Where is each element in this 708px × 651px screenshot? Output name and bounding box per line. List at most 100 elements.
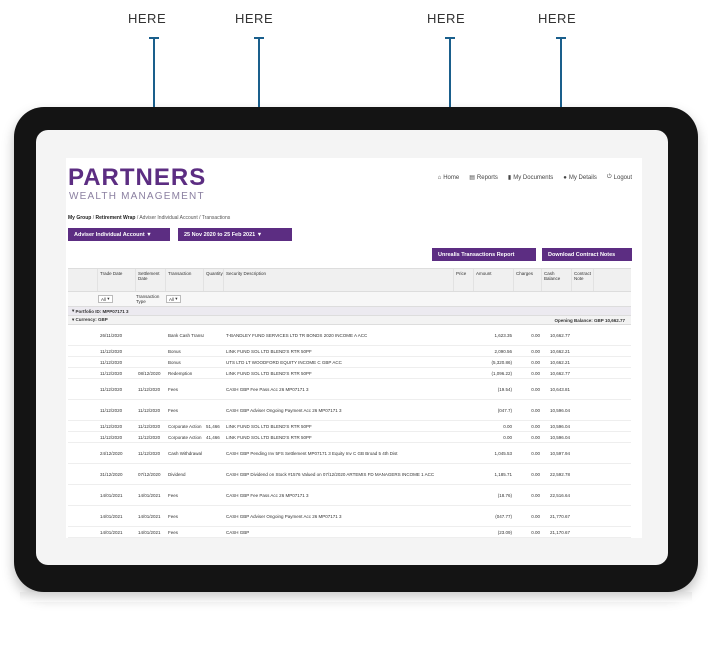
header-cash-balance[interactable]: Cash Balance (542, 269, 572, 291)
table-row[interactable]: 11/12/2020 11/12/2020 Fees CASH GBP Fee Pas… (68, 379, 631, 400)
header-quantity[interactable]: Quantity (204, 269, 224, 291)
breadcrumb-wrap[interactable]: Retirement Wrap (96, 215, 136, 221)
table-row[interactable]: 11/12/2020 Bonus UTS LTD LT WOODFORD EQUIT… (68, 357, 631, 368)
cell-description: CASH GBP Fee Pass Acc 26 MP07171 3 (226, 386, 309, 392)
callout-label-2: HERE (235, 11, 274, 26)
cell-transaction: Dividend (168, 471, 186, 477)
nav-documents[interactable]: ▮ My Documents (507, 174, 554, 182)
header-trade-date[interactable]: Trade Date (98, 269, 136, 291)
nav-reports[interactable]: ▤ Reports (469, 174, 498, 182)
cell-trade-date: 11/12/2020 (100, 370, 123, 376)
cell-charges: 0.00 (531, 332, 540, 338)
table-row[interactable]: 11/12/2020 11/12/2020 Fees CASH GBP Adviser… (68, 400, 631, 421)
table-row[interactable]: 11/12/2020 11/12/2020 Corporate Action 41,4… (68, 432, 631, 443)
breadcrumb-group[interactable]: My Group (68, 215, 91, 221)
table-row[interactable]: 11/12/2020 11/12/2020 Corporate Action 51,4… (68, 421, 631, 432)
table-body: 26/11/2020 Bank Cash Transaction T-BANDLEY… (68, 325, 631, 538)
cell-amount: (1,096.22) (491, 370, 512, 376)
cell-charges: 0.00 (531, 407, 540, 413)
cell-settlement-date: 11/12/2020 (138, 450, 161, 456)
table-row[interactable]: 11/12/2020 Bonus LINK FUND SOL LTD BLEND'S… (68, 346, 631, 357)
table-row[interactable]: 11/12/2020 08/12/2020 Redemption LINK FUND … (68, 368, 631, 379)
table-row[interactable]: 14/01/2021 14/01/2021 Fees CASH GBP Fee Pas… (68, 485, 631, 506)
cell-description: T-BANDLEY FUND SERVICES LTD TR BONDS 202… (226, 332, 368, 338)
cell-quantity: 41,466 (206, 434, 220, 440)
download-contract-notes-button[interactable]: Download Contract Notes (542, 248, 632, 261)
cell-transaction: Fees (168, 407, 179, 413)
filter-row: All ▾ Transaction Type All ▾ (68, 292, 631, 307)
breadcrumb-transactions: Transactions (201, 215, 231, 221)
cell-trade-date: 11/12/2020 (100, 386, 123, 392)
trade-date-filter[interactable]: All ▾ (98, 295, 113, 303)
tablet-screen: PARTNERS WEALTH MANAGEMENT ⌂ Home ▤ Report… (36, 130, 668, 565)
chevron-down-icon: ▼ (146, 231, 152, 238)
cell-charges: 0.00 (531, 529, 540, 535)
cell-settlement-date: 08/12/2020 (138, 370, 161, 376)
nav-logout[interactable]: ⏻ Logout (607, 174, 632, 181)
portfolio-group[interactable]: ▾ Portfolio ID: MPP07171 3 (68, 307, 631, 316)
cell-charges: 0.00 (531, 471, 540, 477)
cell-transaction: Fees (168, 492, 179, 498)
cell-amount: (047.7) (497, 407, 512, 413)
date-range-dropdown[interactable]: 25 Nov 2020 to 25 Feb 2021 ▼ (178, 228, 292, 241)
header-settlement-date[interactable]: Settlement Date (136, 269, 166, 291)
cell-cash-balance: 21,770.67 (549, 513, 570, 519)
portfolio-label: Portfolio ID: MPP07171 3 (75, 308, 129, 314)
cell-amount: (047.77) (495, 513, 512, 519)
table-row[interactable]: 26/11/2020 Bank Cash Transaction T-BANDLEY… (68, 325, 631, 346)
tablet-reflection (20, 592, 692, 602)
header-price[interactable]: Price (454, 269, 474, 291)
cell-description: CASH GBP Pending Inv 5FS Settlement MP07… (226, 450, 398, 456)
unrealised-report-button[interactable]: Unrealis Transactions Report (432, 248, 536, 261)
collapse-icon: ▾ (72, 317, 75, 322)
header-transaction[interactable]: Transaction (166, 269, 204, 291)
cell-trade-date: 26/11/2020 (100, 332, 123, 338)
cell-cash-balance: 21,170.67 (549, 529, 570, 535)
breadcrumb-account[interactable]: Adviser Individual Account (139, 215, 197, 221)
header-charges[interactable]: Charges (514, 269, 542, 291)
cell-transaction: Bonus (168, 359, 181, 365)
cell-cash-balance: 10,662.21 (549, 359, 570, 365)
nav-details[interactable]: ● My Details (563, 174, 597, 181)
cell-transaction: Redemption (168, 370, 193, 376)
cell-transaction: Bank Cash Transaction (168, 332, 204, 338)
web-page: PARTNERS WEALTH MANAGEMENT ⌂ Home ▤ Report… (66, 158, 642, 538)
header-amount[interactable]: Amount (474, 269, 514, 291)
cell-trade-date: 11/12/2020 (100, 423, 123, 429)
cell-amount: 0.00 (503, 434, 512, 440)
cell-charges: 0.00 (531, 423, 540, 429)
header-contract-note[interactable]: Contract Note (572, 269, 594, 291)
nav-documents-label: My Documents (513, 174, 554, 181)
transaction-type-filter[interactable]: All ▾ (166, 295, 181, 303)
user-icon: ● (563, 174, 567, 181)
cell-amount: (19.54) (497, 386, 512, 392)
cell-description: CASH GBP (226, 529, 250, 535)
table-row[interactable]: 14/01/2021 14/01/2021 Fees CASH GBP Adviser… (68, 506, 631, 527)
table-row[interactable]: 14/01/2021 14/01/2021 Fees CASH GBP (23.09) 0… (68, 527, 631, 538)
cell-trade-date: 11/12/2020 (100, 434, 123, 440)
cell-transaction: Bonus (168, 348, 181, 354)
cell-charges: 0.00 (531, 492, 540, 498)
cell-charges: 0.00 (531, 370, 540, 376)
cell-settlement-date: 07/12/2020 (138, 471, 161, 477)
document-icon: ▮ (507, 175, 512, 181)
nav-logout-label: Logout (613, 174, 632, 181)
account-dropdown[interactable]: Adviser Individual Account ▼ (68, 228, 170, 241)
currency-group[interactable]: ▾ Currency: GBP Opening Balance: GBP 10,… (68, 316, 631, 325)
cell-settlement-date: 14/01/2021 (138, 513, 161, 519)
header-security-description[interactable]: Security Description (224, 269, 454, 291)
chevron-down-icon: ▼ (256, 231, 263, 238)
home-icon: ⌂ (437, 174, 442, 181)
cell-trade-date: 11/12/2020 (100, 359, 123, 365)
nav-home[interactable]: ⌂ Home (438, 174, 460, 181)
date-range-label: 25 Nov 2020 to 25 Feb 2021 (184, 231, 256, 238)
logo[interactable]: PARTNERS (68, 164, 206, 192)
table-row[interactable]: 31/12/2020 07/12/2020 Dividend CASH GBP Div… (68, 464, 631, 485)
cell-transaction: Cash Withdrawal (168, 450, 203, 456)
cell-transaction: Fees (168, 386, 179, 392)
table-row[interactable]: 24/12/2020 11/12/2020 Cash Withdrawal CASH … (68, 443, 631, 464)
transaction-type-filter-value: All (169, 296, 175, 302)
cell-trade-date: 14/01/2021 (100, 529, 123, 535)
cell-description: UTS LTD LT WOODFORD EQUITY INCOME C GBP … (226, 359, 342, 365)
cell-trade-date: 11/12/2020 (100, 348, 123, 354)
